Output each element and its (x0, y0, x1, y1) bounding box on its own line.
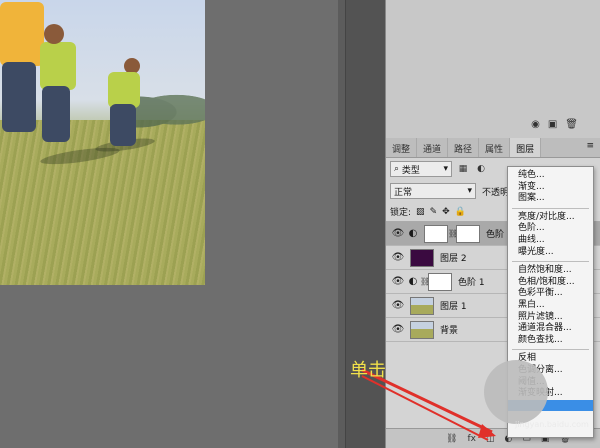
blend-mode-select[interactable]: 正常 ▾ (390, 183, 476, 199)
menu-separator (512, 261, 589, 263)
kid-1-legs (2, 62, 36, 132)
adjustment-layer-icon: ◐ (408, 276, 418, 287)
tab-paths[interactable]: 路径 (448, 138, 480, 157)
menu-item-black-white[interactable]: 黑白... (508, 300, 593, 312)
document-canvas[interactable] (0, 0, 345, 448)
menu-item-photo-filter[interactable]: 照片滤镜... (508, 312, 593, 324)
new-snapshot-icon[interactable]: ▣ (548, 119, 557, 130)
layer-name: 图层 2 (440, 254, 467, 264)
link-icon[interactable]: ⛓ (448, 229, 458, 238)
menu-separator (512, 207, 589, 209)
opacity-label: 不透明 (482, 187, 510, 198)
menu-item-vibrance[interactable]: 自然饱和度... (508, 265, 593, 277)
eye-icon[interactable]: 👁 (390, 252, 406, 263)
menu-item-levels[interactable]: 色阶... (508, 223, 593, 235)
filter-kind-select[interactable]: ⌕ 类型 ▾ (390, 161, 452, 177)
menu-item-brightness-contrast[interactable]: 亮度/对比度... (508, 212, 593, 224)
upper-panel: ◉ ▣ 🗑 (385, 0, 600, 138)
filter-pixel-icon[interactable]: ▦ (456, 162, 470, 176)
menu-item-color-balance[interactable]: 色彩平衡... (508, 288, 593, 300)
menu-item-hue-saturation[interactable]: 色相/饱和度... (508, 277, 593, 289)
kid-3 (108, 72, 140, 108)
kid-2-legs (42, 86, 70, 142)
eye-icon[interactable]: 👁 (390, 324, 406, 335)
layer-name: 图层 1 (440, 302, 467, 312)
menu-separator (512, 349, 589, 351)
adjustment-layer-icon: ◐ (408, 228, 418, 239)
trash-icon[interactable]: 🗑 (565, 119, 578, 130)
menu-item-exposure[interactable]: 曝光度... (508, 247, 593, 259)
kid-2 (40, 42, 76, 90)
menu-item-solid-color[interactable]: 纯色... (508, 170, 593, 182)
menu-item-pattern[interactable]: 图案... (508, 193, 593, 205)
eye-icon[interactable]: 👁 (390, 276, 406, 287)
lock-label: 锁定: (390, 208, 412, 218)
layer-name: 色阶 1 (458, 278, 485, 288)
kid-1 (0, 2, 44, 66)
tab-channels[interactable]: 通道 (417, 138, 449, 157)
watermark: jingyan.baidu.com (515, 420, 589, 429)
layer-thumbnail[interactable] (410, 248, 434, 267)
annotation-label: 单击 (350, 360, 386, 381)
lock-brush-icon[interactable]: ✎ (430, 207, 438, 217)
eye-icon[interactable]: 👁 (390, 228, 406, 239)
layer-mask-thumbnail[interactable] (428, 272, 452, 291)
layer-thumbnail[interactable] (410, 320, 434, 339)
menu-item-curves[interactable]: 曲线... (508, 235, 593, 247)
camera-icon[interactable]: ◉ (531, 119, 540, 130)
eye-icon[interactable]: 👁 (390, 300, 406, 311)
menu-item-gradient[interactable]: 渐变... (508, 182, 593, 194)
menu-item-color-lookup[interactable]: 颜色查找... (508, 335, 593, 347)
tab-layers[interactable]: 图层 (510, 138, 542, 157)
blend-mode-label: 正常 (394, 187, 413, 198)
filter-kind-label: 类型 (401, 165, 420, 176)
layer-name: 背景 (440, 326, 459, 336)
kid-2-head (44, 24, 64, 44)
layer-mask-thumbnail[interactable] (424, 224, 448, 243)
lock-transparent-icon[interactable]: ▨ (416, 207, 425, 217)
panel-tabs: 调整 通道 路径 属性 图层 ≡ (386, 138, 600, 158)
panel-menu-icon[interactable]: ≡ (580, 138, 600, 157)
lock-move-icon[interactable]: ✥ (442, 207, 450, 217)
lock-all-icon[interactable]: 🔒 (455, 207, 466, 217)
layer-mask-thumbnail[interactable] (456, 224, 480, 243)
photo-image (0, 0, 205, 285)
search-icon: ⌕ (394, 164, 402, 174)
link-icon[interactable]: ⛓ (420, 277, 430, 286)
tab-properties[interactable]: 属性 (479, 138, 511, 157)
tab-adjustments[interactable]: 调整 (386, 138, 418, 157)
chevron-down-icon: ▾ (467, 186, 472, 196)
menu-item-channel-mixer[interactable]: 通道混合器... (508, 323, 593, 335)
kid-3-legs (110, 104, 136, 146)
chevron-down-icon: ▾ (443, 164, 448, 174)
filter-adjustment-icon[interactable]: ◐ (474, 162, 488, 176)
layer-thumbnail[interactable] (410, 296, 434, 315)
